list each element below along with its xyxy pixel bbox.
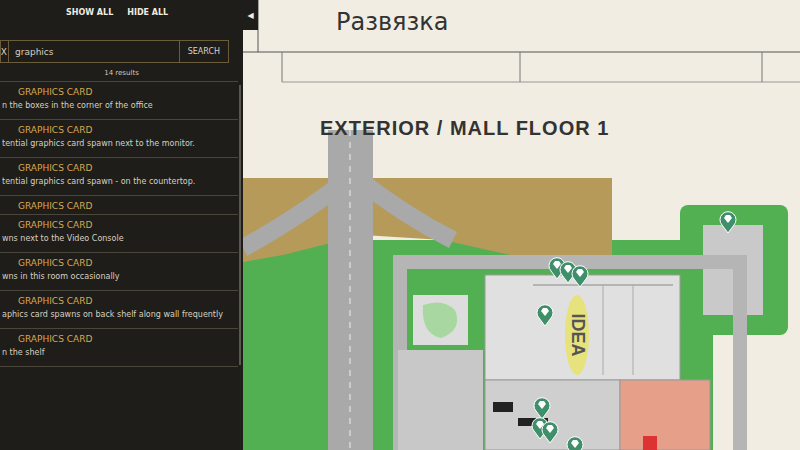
- result-description: n the shelf: [0, 348, 238, 357]
- map-drawing: [243, 0, 800, 450]
- result-list: GRAPHICS CARD n the boxes in the corner o…: [0, 81, 238, 450]
- result-title: GRAPHICS CARD: [0, 334, 238, 344]
- map[interactable]: Развязка EXTERIOR / MALL FLOOR 1 IDEA ◀: [243, 0, 800, 450]
- result-item[interactable]: GRAPHICS CARD wns next to the Video Conso…: [0, 215, 238, 253]
- result-title: GRAPHICS CARD: [0, 220, 238, 230]
- result-title: GRAPHICS CARD: [0, 258, 238, 268]
- result-item[interactable]: GRAPHICS CARD: [0, 196, 238, 215]
- result-item[interactable]: GRAPHICS CARD tential graphics card spawn…: [0, 158, 238, 196]
- scrollbar-thumb[interactable]: [239, 85, 241, 365]
- graphics-card-pin-icon[interactable]: [719, 210, 737, 234]
- sidebar: SHOW ALLHIDE ALLXSEARCH14 resultsGRAPHIC…: [0, 0, 243, 450]
- result-description: tential graphics card spawn - on the cou…: [0, 177, 238, 186]
- graphics-card-pin-icon[interactable]: [533, 396, 551, 420]
- search-button[interactable]: SEARCH: [179, 41, 228, 62]
- hide-all-button[interactable]: HIDE ALL: [127, 8, 168, 30]
- floor-title: EXTERIOR / MALL FLOOR 1: [320, 117, 609, 140]
- result-title: GRAPHICS CARD: [0, 201, 238, 211]
- result-description: wns in this room occasionally: [0, 272, 238, 281]
- clear-button[interactable]: X: [1, 41, 9, 62]
- graphics-card-pin-icon[interactable]: [536, 303, 554, 327]
- page: SHOW ALLHIDE ALLXSEARCH14 resultsGRAPHIC…: [0, 0, 800, 450]
- result-item[interactable]: GRAPHICS CARD tential graphics card spawn…: [0, 120, 238, 158]
- result-title: GRAPHICS CARD: [0, 163, 238, 173]
- search-row: X SEARCH: [0, 40, 229, 63]
- result-title: GRAPHICS CARD: [0, 87, 238, 97]
- store-label: IDEA: [567, 313, 588, 356]
- result-description: tential graphics card spawn next to the …: [0, 139, 238, 148]
- result-title: GRAPHICS CARD: [0, 125, 238, 135]
- results-count: 14 results: [0, 63, 243, 81]
- top-bar: SHOW ALL HIDE ALL: [0, 0, 243, 30]
- result-item[interactable]: GRAPHICS CARD aphics card spawns on back …: [0, 291, 238, 329]
- show-all-button[interactable]: SHOW ALL: [66, 8, 113, 30]
- result-item[interactable]: GRAPHICS CARD wns in this room occasional…: [0, 253, 238, 291]
- graphics-card-pin-icon[interactable]: [541, 420, 559, 444]
- collapse-button[interactable]: ◀: [243, 0, 258, 30]
- result-item[interactable]: GRAPHICS CARD n the shelf: [0, 329, 238, 367]
- result-description: wns next to the Video Console: [0, 234, 238, 243]
- map-title: Развязка: [336, 8, 449, 36]
- result-item[interactable]: GRAPHICS CARD n the boxes in the corner o…: [0, 82, 238, 120]
- result-description: aphics card spawns on back shelf along w…: [0, 310, 238, 319]
- result-description: n the boxes in the corner of the office: [0, 101, 238, 110]
- graphics-card-pin-icon[interactable]: [571, 264, 589, 288]
- graphics-card-pin-icon[interactable]: [566, 435, 584, 450]
- search-input[interactable]: [9, 41, 179, 62]
- result-title: GRAPHICS CARD: [0, 296, 238, 306]
- result-list-wrap: GRAPHICS CARD n the boxes in the corner o…: [0, 81, 243, 450]
